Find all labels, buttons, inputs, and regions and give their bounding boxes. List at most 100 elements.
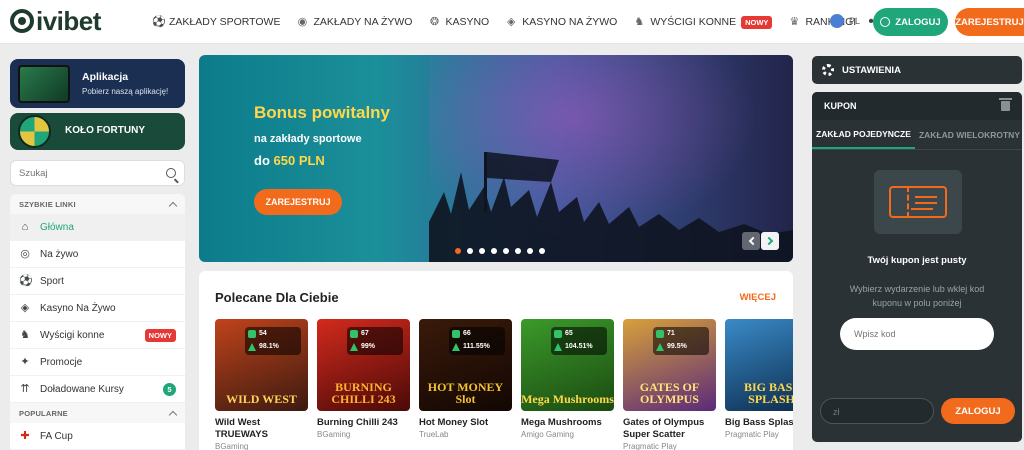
rtp-icon xyxy=(656,343,664,351)
language-selector[interactable]: PL xyxy=(830,14,860,28)
game-card[interactable]: 54 98.1% WILD WEST Wild West TRUEWAYS BGamin… xyxy=(215,319,308,450)
carousel-dot[interactable] xyxy=(467,248,473,254)
sidebar-item-fa-cup[interactable]: ✚ FA Cup xyxy=(10,423,185,450)
popular-header[interactable]: POPULARNE xyxy=(10,403,185,423)
wheel-of-fortune-card[interactable]: KOŁO FORTUNY xyxy=(10,113,185,150)
game-card[interactable]: BIG BASS SPLASH Big Bass SplashPragmatic … xyxy=(725,319,793,450)
game-name[interactable]: Hot Money Slot xyxy=(419,417,512,429)
game-stat-players: 67 xyxy=(361,330,369,337)
carousel-dot[interactable] xyxy=(527,248,533,254)
game-thumbnail[interactable]: 71 99.5% GATES OF OLYMPUS xyxy=(623,319,716,411)
logo-mark-icon xyxy=(10,9,34,33)
game-card[interactable]: 65 104.51% Mega Mushrooms Mega Mushrooms Ami… xyxy=(521,319,614,450)
login-button[interactable]: ZALOGUJ xyxy=(873,8,948,36)
games-row: 54 98.1% WILD WEST Wild West TRUEWAYS BGamin… xyxy=(215,319,793,450)
banner-amount-line: do 650 PLN xyxy=(254,153,325,168)
carousel-dot[interactable] xyxy=(491,248,497,254)
game-card[interactable]: 66 111.55% HOT MONEY Slot Hot Money Slot Tru… xyxy=(419,319,512,450)
quick-links-header[interactable]: SZYBKIE LINKI xyxy=(10,194,185,214)
horse-icon: ♞ xyxy=(634,16,645,28)
search-icon[interactable] xyxy=(166,168,176,178)
game-stats-badge: 66 111.55% xyxy=(449,327,505,355)
trophy-icon: ♛ xyxy=(789,16,800,28)
top-header: ivibet ⚽ ZAKŁADY SPORTOWE ◉ ZAKŁADY NA ŻYW… xyxy=(0,0,1024,44)
carousel-next-button[interactable] xyxy=(761,232,779,250)
game-thumbnail[interactable]: 66 111.55% HOT MONEY Slot xyxy=(419,319,512,411)
game-thumbnail[interactable]: BIG BASS SPLASH xyxy=(725,319,793,411)
settings-bar[interactable]: USTAWIENIA xyxy=(812,56,1022,84)
game-stat-players: 66 xyxy=(463,330,471,337)
sidebar-item-sport[interactable]: ⚽ Sport xyxy=(10,268,185,295)
chevron-left-icon xyxy=(748,236,757,246)
carousel-dot[interactable] xyxy=(479,248,485,254)
nav-live[interactable]: ◉ ZAKŁADY NA ŻYWO xyxy=(296,16,413,28)
game-logo-art: BIG BASS SPLASH xyxy=(743,380,793,406)
search-input[interactable] xyxy=(19,166,159,181)
carousel-dot[interactable] xyxy=(455,248,461,254)
bet-coupon: KUPON ZAKŁAD POJEDYNCZE ZAKŁAD WIELOKROT… xyxy=(812,92,1022,442)
register-button[interactable]: ZAREJESTRUJ xyxy=(955,8,1024,36)
nav-live-casino[interactable]: ◈ KASYNO NA ŻYWO xyxy=(505,16,617,28)
sidebar-item-promotions[interactable]: ✦ Promocje xyxy=(10,349,185,376)
tab-single-bet[interactable]: ZAKŁAD POJEDYNCZE xyxy=(812,120,915,149)
players-icon xyxy=(452,330,460,338)
rtp-icon xyxy=(248,343,256,351)
game-name[interactable]: Burning Chilli 243 xyxy=(317,417,410,429)
nav-casino[interactable]: ❂ KASYNO xyxy=(428,16,489,28)
game-name[interactable]: Wild West TRUEWAYS xyxy=(215,417,308,441)
hero-banner[interactable]: Bonus powitalny na zakłady sportowe do 6… xyxy=(199,55,793,262)
players-icon xyxy=(248,330,256,338)
banner-subline: na zakłady sportowe xyxy=(254,133,362,145)
app-promo-card[interactable]: Aplikacja Pobierz naszą aplikację! xyxy=(10,59,185,108)
game-name[interactable]: Gates of Olympus Super Scatter xyxy=(623,417,716,441)
coupon-code-input[interactable] xyxy=(854,327,974,341)
main-nav: ⚽ ZAKŁADY SPORTOWE ◉ ZAKŁADY NA ŻYWO ❂ KASY… xyxy=(152,0,888,44)
coupon-login-button[interactable]: ZALOGUJ xyxy=(941,398,1015,424)
nav-horse-racing[interactable]: ♞ WYŚCIGI KONNE NOWY xyxy=(633,15,773,29)
sidebar-item-home[interactable]: ⌂ Główna xyxy=(10,214,185,241)
coupon-code-field xyxy=(840,318,994,350)
game-name[interactable]: Mega Mushrooms xyxy=(521,417,614,429)
ivibet-logo[interactable]: ivibet xyxy=(10,6,101,36)
count-badge: 5 xyxy=(163,382,176,396)
game-provider: TrueLab xyxy=(419,430,449,439)
game-thumbnail[interactable]: 65 104.51% Mega Mushrooms xyxy=(521,319,614,411)
game-logo-art: HOT MONEY Slot xyxy=(427,380,504,406)
tab-multi-bet[interactable]: ZAKŁAD WIELOKROTNY xyxy=(915,120,1022,149)
banner-headline: Bonus powitalny xyxy=(254,103,390,122)
carousel-dot[interactable] xyxy=(503,248,509,254)
game-stat-players: 54 xyxy=(259,330,267,337)
banner-register-button[interactable]: ZAREJESTRUJ xyxy=(254,189,342,215)
game-provider: Amigo Gaming xyxy=(521,430,574,439)
game-card[interactable]: 67 99% BURNING CHILLI 243 Burning Chilli 24… xyxy=(317,319,410,450)
recommended-section: Polecane Dla Ciebie WIĘCEJ 54 98.1% WILD W… xyxy=(199,271,793,450)
live-casino-icon: ◈ xyxy=(506,16,516,28)
game-provider: BGaming xyxy=(317,430,351,439)
section-title: Polecane Dla Ciebie xyxy=(215,290,339,305)
sidebar-item-live[interactable]: ◎ Na żywo xyxy=(10,241,185,268)
carousel-dot[interactable] xyxy=(515,248,521,254)
new-badge: NOWY xyxy=(741,15,773,29)
england-flag-icon: ✚ xyxy=(20,430,30,442)
game-thumbnail[interactable]: 54 98.1% WILD WEST xyxy=(215,319,308,411)
horse-icon: ♞ xyxy=(20,329,30,341)
wheel-promo-title: KOŁO FORTUNY xyxy=(65,125,145,136)
home-icon: ⌂ xyxy=(21,221,29,233)
sidebar-item-boosted-odds[interactable]: ⇈ Doładowane Kursy 5 xyxy=(10,376,185,403)
game-name[interactable]: Big Bass Splash xyxy=(725,417,793,429)
sidebar-item-horse-racing[interactable]: ♞ Wyścigi konne NOWY xyxy=(10,322,185,349)
game-logo-art: BURNING CHILLI 243 xyxy=(331,380,396,406)
sidebar-search xyxy=(10,160,185,186)
game-provider: Pragmatic Play xyxy=(725,430,779,439)
sidebar-item-live-casino[interactable]: ◈ Kasyno Na Żywo xyxy=(10,295,185,322)
carousel-dot[interactable] xyxy=(539,248,545,254)
game-card[interactable]: 71 99.5% GATES OF OLYMPUS Gates of Olympus … xyxy=(623,319,716,450)
soccer-ball-icon: ⚽ xyxy=(152,16,166,28)
trash-icon[interactable] xyxy=(999,98,1012,111)
nav-sports[interactable]: ⚽ ZAKŁADY SPORTOWE xyxy=(152,16,280,28)
carousel-prev-button[interactable] xyxy=(742,232,760,250)
game-thumbnail[interactable]: 67 99% BURNING CHILLI 243 xyxy=(317,319,410,411)
stake-input[interactable] xyxy=(833,405,923,418)
more-link[interactable]: WIĘCEJ xyxy=(740,292,776,303)
players-icon xyxy=(554,330,562,338)
